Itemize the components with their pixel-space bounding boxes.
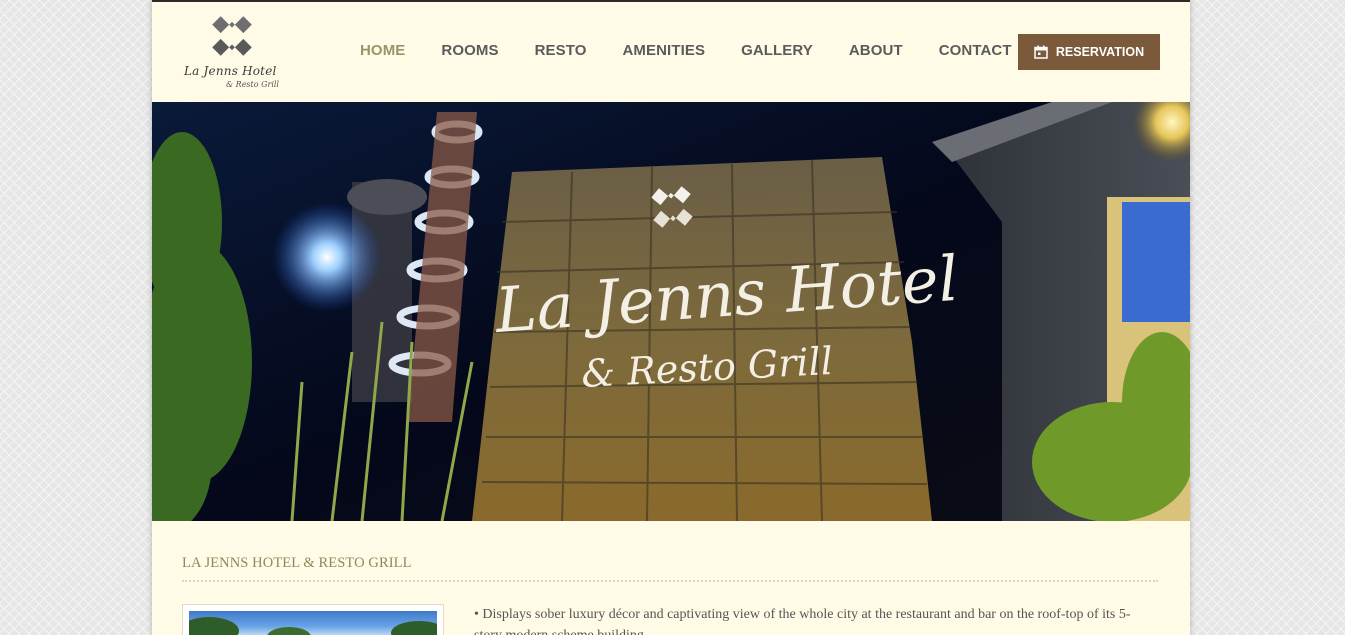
section-description: • Displays sober luxury décor and captiv…: [474, 607, 1131, 635]
logo-title: La Jenns Hotel: [184, 64, 277, 78]
nav-about[interactable]: ABOUT: [849, 42, 903, 62]
logo-subtitle: & Resto Grill: [226, 80, 279, 89]
reservation-label: RESERVATION: [1055, 45, 1145, 59]
logo-mark-icon: [212, 16, 252, 56]
calendar-icon: [1034, 45, 1048, 59]
hero-photo: La Jenns Hotel & Resto Grill: [152, 102, 1190, 521]
hero-banner-image: La Jenns Hotel & Resto Grill: [152, 102, 1190, 521]
content-thumbnail[interactable]: [182, 604, 444, 635]
reservation-button[interactable]: RESERVATION: [1018, 34, 1160, 70]
nav-contact[interactable]: CONTACT: [939, 42, 1012, 62]
page-container: La Jenns Hotel & Resto Grill HOME ROOMS …: [152, 0, 1190, 635]
site-logo[interactable]: La Jenns Hotel & Resto Grill: [182, 10, 282, 94]
site-header: La Jenns Hotel & Resto Grill HOME ROOMS …: [152, 2, 1190, 102]
section-divider: [182, 580, 1158, 582]
nav-resto[interactable]: RESTO: [535, 42, 587, 62]
nav-home[interactable]: HOME: [360, 42, 405, 62]
nav-rooms[interactable]: ROOMS: [441, 42, 498, 62]
nav-amenities[interactable]: AMENITIES: [622, 42, 705, 62]
thumbnail-image: [189, 611, 437, 635]
main-nav: HOME ROOMS RESTO AMENITIES GALLERY ABOUT…: [360, 42, 1048, 62]
nav-gallery[interactable]: GALLERY: [741, 42, 813, 62]
section-title: LA JENNS HOTEL & RESTO GRILL: [182, 555, 412, 571]
